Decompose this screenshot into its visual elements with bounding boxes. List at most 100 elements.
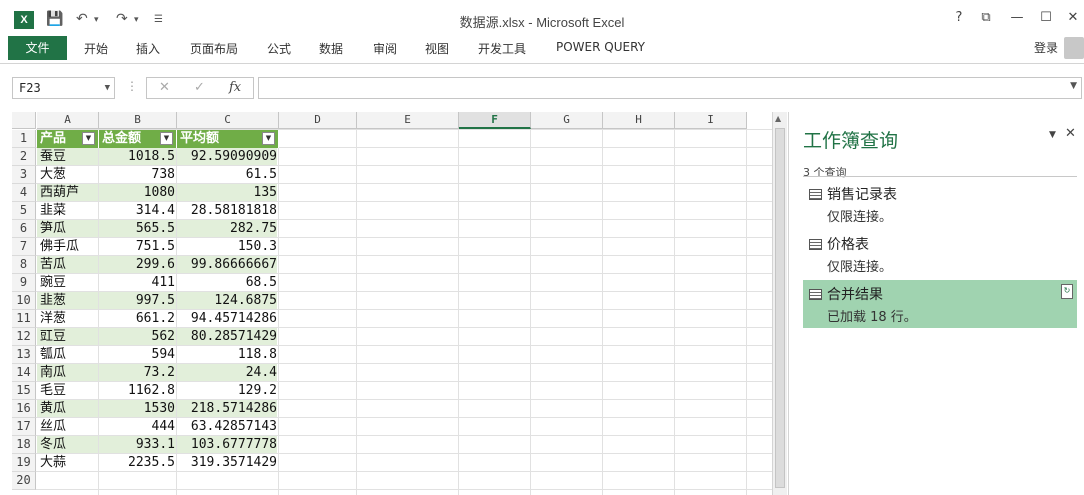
- scroll-thumb[interactable]: [775, 128, 785, 488]
- formula-input[interactable]: ▼: [258, 77, 1082, 99]
- close-button[interactable]: ✕: [1064, 10, 1082, 25]
- tab-developer[interactable]: 开发工具: [478, 40, 526, 57]
- table-header-cell[interactable]: 总金额 ▼: [99, 130, 177, 148]
- cell[interactable]: 150.3: [177, 238, 279, 256]
- cell[interactable]: 997.5: [99, 292, 177, 310]
- query-item-sales[interactable]: 销售记录表 仅限连接。: [803, 180, 1077, 228]
- cell[interactable]: 218.5714286: [177, 400, 279, 418]
- cell[interactable]: 63.42857143: [177, 418, 279, 436]
- row-header-2[interactable]: 2: [12, 148, 36, 166]
- tab-power-query[interactable]: POWER QUERY: [556, 40, 645, 54]
- row-header-17[interactable]: 17: [12, 418, 36, 436]
- cell[interactable]: 444: [99, 418, 177, 436]
- cell[interactable]: 61.5: [177, 166, 279, 184]
- cell[interactable]: 毛豆: [37, 382, 99, 400]
- cell[interactable]: 豌豆: [37, 274, 99, 292]
- table-header-cell[interactable]: 平均额 ▼: [177, 130, 279, 148]
- name-box[interactable]: F23 ▼: [12, 77, 115, 99]
- cell[interactable]: 68.5: [177, 274, 279, 292]
- tab-data[interactable]: 数据: [319, 40, 343, 57]
- cell[interactable]: 28.58181818: [177, 202, 279, 220]
- cell[interactable]: 1162.8: [99, 382, 177, 400]
- cell[interactable]: 933.1: [99, 436, 177, 454]
- column-header-d[interactable]: D: [279, 112, 357, 129]
- maximize-button[interactable]: ☐: [1037, 10, 1055, 25]
- cell[interactable]: 314.4: [99, 202, 177, 220]
- cell[interactable]: 99.86666667: [177, 256, 279, 274]
- column-header-f[interactable]: F: [459, 112, 531, 129]
- cell[interactable]: 西葫芦: [37, 184, 99, 202]
- row-header-7[interactable]: 7: [12, 238, 36, 256]
- table-header-cell[interactable]: 产品 ▼: [37, 130, 99, 148]
- tab-review[interactable]: 审阅: [373, 40, 397, 57]
- cell[interactable]: 黄瓜: [37, 400, 99, 418]
- cell[interactable]: 韭葱: [37, 292, 99, 310]
- cell[interactable]: 282.75: [177, 220, 279, 238]
- cell[interactable]: 豇豆: [37, 328, 99, 346]
- minimize-button[interactable]: —: [1008, 10, 1026, 25]
- column-header-e[interactable]: E: [357, 112, 459, 129]
- more-options-icon[interactable]: ⋮: [126, 79, 138, 93]
- row-header-6[interactable]: 6: [12, 220, 36, 238]
- tab-home[interactable]: 开始: [84, 40, 108, 57]
- cell[interactable]: 佛手瓜: [37, 238, 99, 256]
- tab-page-layout[interactable]: 页面布局: [190, 40, 238, 57]
- cell[interactable]: 80.28571429: [177, 328, 279, 346]
- tab-formulas[interactable]: 公式: [267, 40, 291, 57]
- column-header-i[interactable]: I: [675, 112, 747, 129]
- row-header-14[interactable]: 14: [12, 364, 36, 382]
- worksheet-grid[interactable]: A B C D E F G H I 1 2 3 4 5 6 7 8 9 10 11 12 13 14 15 16 17 18 19 20…: [0, 112, 772, 495]
- expand-formula-icon[interactable]: ▼: [1070, 81, 1077, 91]
- cell[interactable]: 苦瓜: [37, 256, 99, 274]
- cell[interactable]: 24.4: [177, 364, 279, 382]
- cell[interactable]: 大蒜: [37, 454, 99, 472]
- cell[interactable]: 2235.5: [99, 454, 177, 472]
- cell[interactable]: 1018.5: [99, 148, 177, 166]
- row-header-3[interactable]: 3: [12, 166, 36, 184]
- cell[interactable]: 562: [99, 328, 177, 346]
- redo-dropdown-icon[interactable]: ▾: [134, 15, 139, 25]
- row-header-20[interactable]: 20: [12, 472, 36, 490]
- cell[interactable]: 韭菜: [37, 202, 99, 220]
- row-header-4[interactable]: 4: [12, 184, 36, 202]
- cancel-icon[interactable]: ✕: [159, 80, 170, 95]
- column-header-a[interactable]: A: [37, 112, 99, 129]
- row-header-16[interactable]: 16: [12, 400, 36, 418]
- tab-view[interactable]: 视图: [425, 40, 449, 57]
- vertical-scrollbar[interactable]: ▲: [772, 112, 787, 495]
- cell[interactable]: 103.6777778: [177, 436, 279, 454]
- column-header-g[interactable]: G: [531, 112, 603, 129]
- cell[interactable]: 冬瓜: [37, 436, 99, 454]
- filter-dropdown-icon[interactable]: ▼: [82, 132, 95, 145]
- row-header-19[interactable]: 19: [12, 454, 36, 472]
- tab-insert[interactable]: 插入: [136, 40, 160, 57]
- cell[interactable]: 319.3571429: [177, 454, 279, 472]
- cell[interactable]: 118.8: [177, 346, 279, 364]
- cell[interactable]: 92.59090909: [177, 148, 279, 166]
- cell[interactable]: 751.5: [99, 238, 177, 256]
- cell[interactable]: 1080: [99, 184, 177, 202]
- login-link[interactable]: 登录: [1034, 39, 1058, 56]
- scroll-up-icon[interactable]: ▲: [775, 114, 781, 123]
- cell[interactable]: 411: [99, 274, 177, 292]
- close-pane-icon[interactable]: ✕: [1065, 126, 1076, 141]
- select-all-corner[interactable]: [12, 112, 36, 129]
- help-button[interactable]: ?: [950, 10, 968, 25]
- row-header-11[interactable]: 11: [12, 310, 36, 328]
- cell[interactable]: 丝瓜: [37, 418, 99, 436]
- customize-qat-icon[interactable]: ☰: [154, 14, 163, 25]
- row-header-13[interactable]: 13: [12, 346, 36, 364]
- row-header-12[interactable]: 12: [12, 328, 36, 346]
- row-header-8[interactable]: 8: [12, 256, 36, 274]
- ribbon-display-options-button[interactable]: ⧉: [977, 10, 995, 25]
- query-item-price[interactable]: 价格表 仅限连接。: [803, 230, 1077, 278]
- cell[interactable]: 594: [99, 346, 177, 364]
- column-header-h[interactable]: H: [603, 112, 675, 129]
- cell[interactable]: 135: [177, 184, 279, 202]
- cell[interactable]: 565.5: [99, 220, 177, 238]
- cell[interactable]: 124.6875: [177, 292, 279, 310]
- filter-dropdown-icon[interactable]: ▼: [160, 132, 173, 145]
- filter-dropdown-icon[interactable]: ▼: [262, 132, 275, 145]
- cell[interactable]: 蚕豆: [37, 148, 99, 166]
- cell[interactable]: 661.2: [99, 310, 177, 328]
